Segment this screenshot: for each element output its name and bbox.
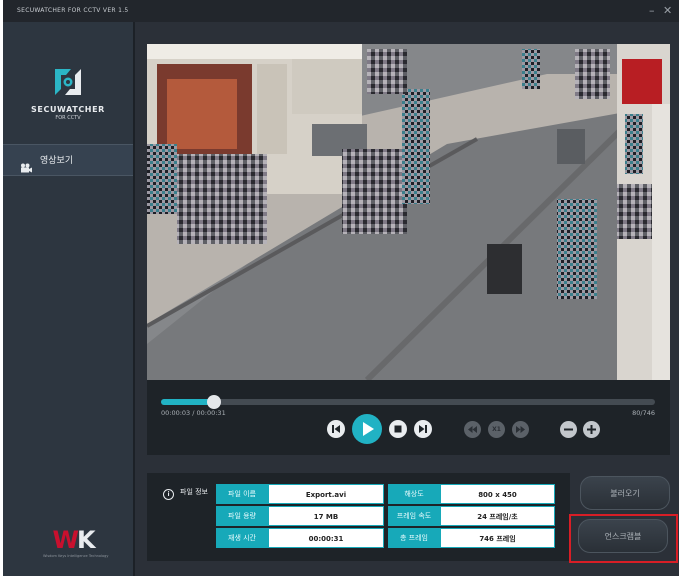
- file-size-value: 17 MB: [268, 506, 384, 526]
- skip-to-start-button[interactable]: [327, 420, 345, 438]
- frame-counter: 80/746: [632, 409, 655, 417]
- resolution-value: 800 x 450: [440, 484, 555, 504]
- play-button[interactable]: [352, 414, 382, 444]
- secuwatcher-logo-icon: [53, 67, 83, 97]
- player-controls: 00:00:03 / 00:00:31 80/746 X1: [147, 380, 670, 455]
- frame-rate-value: 24 프레임/초: [440, 506, 555, 526]
- sidebar-item-label: 영상보기: [40, 156, 74, 166]
- minus-icon: [564, 428, 573, 431]
- video-frame: [147, 44, 670, 380]
- video-scene: [147, 44, 670, 380]
- brand-logo: SECUWATCHER FOR CCTV: [3, 67, 133, 121]
- play-icon: [363, 422, 374, 436]
- playback-time: 00:00:03 / 00:00:31: [161, 409, 226, 417]
- zoom-in-button[interactable]: [583, 421, 600, 438]
- resolution-label: 해상도: [388, 484, 440, 504]
- sidebar-divider: [133, 22, 135, 576]
- play-time-label: 재생 시간: [216, 528, 268, 548]
- title-bar: SECUWATCHER FOR CCTV VER 1.5 – ✕: [3, 0, 679, 22]
- sidebar-item-video-view[interactable]: 영상보기: [3, 144, 133, 176]
- total-frames-value: 746 프레임: [440, 528, 555, 548]
- skip-forward-icon: [419, 425, 427, 433]
- minimize-button[interactable]: –: [649, 0, 655, 22]
- video-camera-icon: [20, 155, 32, 173]
- stop-icon: [394, 425, 402, 433]
- play-time-value: 00:00:31: [268, 528, 384, 548]
- file-size-label: 파일 용량: [216, 506, 268, 526]
- skip-to-end-button[interactable]: [414, 420, 432, 438]
- brand-subtitle: FOR CCTV: [55, 115, 81, 121]
- highlight-box: [569, 514, 678, 563]
- wk-logo-subtitle: Wisdom Keys Intelligence Technology: [43, 554, 109, 558]
- info-icon: i: [163, 489, 174, 500]
- sidebar: SECUWATCHER FOR CCTV 영상보기 WK Wisdom Keys…: [3, 22, 133, 576]
- seek-bar-fill: [161, 399, 214, 405]
- skip-back-icon: [332, 425, 340, 433]
- seek-bar-handle[interactable]: [206, 395, 221, 409]
- file-name-label: 파일 이름: [216, 484, 268, 504]
- total-frames-label: 총 프레임: [388, 528, 440, 548]
- playback-speed-button[interactable]: X1: [488, 421, 505, 438]
- zoom-out-button[interactable]: [560, 421, 577, 438]
- window-title: SECUWATCHER FOR CCTV VER 1.5: [17, 7, 129, 14]
- stop-button[interactable]: [389, 420, 407, 438]
- rewind-icon: [468, 426, 477, 433]
- file-name-value: Export.avi: [268, 484, 384, 504]
- frame-rate-label: 프레임 속도: [388, 506, 440, 526]
- seek-bar[interactable]: [161, 395, 655, 409]
- brand-name: SECUWATCHER: [31, 105, 105, 114]
- fast-forward-button[interactable]: [512, 421, 529, 438]
- file-info-title: i 파일 정보: [163, 487, 208, 500]
- load-button[interactable]: 불러오기: [580, 476, 670, 510]
- rewind-button[interactable]: [464, 421, 481, 438]
- close-button[interactable]: ✕: [663, 0, 672, 22]
- plus-icon: [587, 425, 596, 434]
- fast-forward-icon: [516, 426, 525, 433]
- file-info-panel: i 파일 정보 파일 이름 Export.avi 파일 용량 17 MB 재생 시…: [147, 473, 570, 561]
- wk-logo: WK Wisdom Keys Intelligence Technology: [43, 526, 109, 558]
